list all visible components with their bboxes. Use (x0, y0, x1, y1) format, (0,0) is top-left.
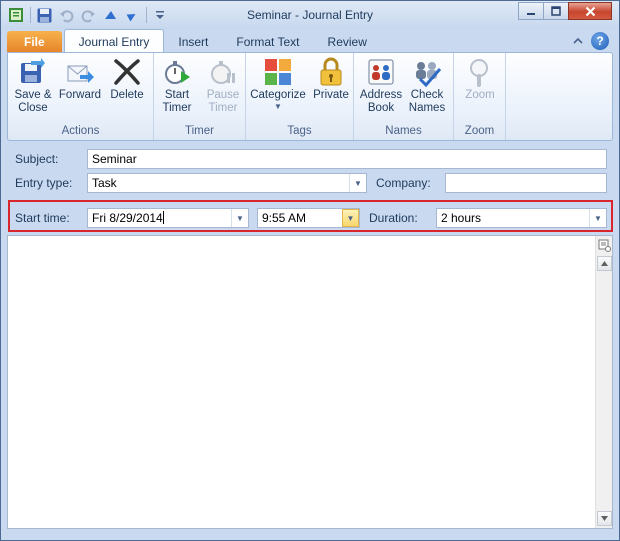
group-timer: Start Timer Pause Timer Timer (154, 53, 246, 140)
group-label-actions: Actions (61, 125, 100, 137)
check-names-icon (410, 55, 444, 89)
delete-label: Delete (110, 89, 144, 101)
start-date-dropdown-icon[interactable]: ▼ (231, 209, 248, 227)
address-book-label: Address Book (359, 89, 403, 114)
save-close-icon (16, 55, 50, 89)
subject-label: Subject: (15, 152, 59, 166)
duration-label: Duration: (369, 211, 418, 225)
notes-body[interactable] (7, 235, 613, 529)
company-label: Company: (376, 176, 431, 190)
subject-input[interactable]: Seminar (87, 149, 607, 169)
private-label: Private (313, 89, 349, 101)
save-close-label: Save & Close (14, 89, 52, 114)
check-names-button[interactable]: Check Names (404, 55, 450, 115)
delete-icon (110, 55, 144, 89)
check-names-label: Check Names (408, 89, 446, 114)
private-button[interactable]: Private (308, 55, 354, 102)
tab-file[interactable]: File (7, 31, 62, 53)
zoom-label: Zoom (465, 89, 495, 101)
pause-timer-label: Pause Timer (206, 89, 240, 114)
notes-scrollbar[interactable] (595, 236, 612, 528)
categorize-label: Categorize (250, 89, 306, 101)
close-icon (585, 6, 595, 16)
start-time-dropdown-icon[interactable]: ▼ (342, 209, 359, 227)
start-time-label: Start time: (15, 211, 70, 225)
group-zoom: Zoom Zoom (454, 53, 506, 140)
address-book-button[interactable]: Address Book (358, 55, 404, 115)
maximize-button[interactable] (543, 2, 569, 20)
tab-journal-entry[interactable]: Journal Entry (63, 29, 165, 53)
address-book-icon (364, 55, 398, 89)
entry-type-value: Task (92, 176, 117, 190)
window-controls (518, 2, 612, 20)
title-bar: Seminar - Journal Entry (1, 1, 619, 29)
forward-button[interactable]: Forward (57, 55, 103, 102)
text-cursor (162, 211, 164, 224)
entry-type-select[interactable]: Task ▼ (87, 173, 367, 193)
group-label-zoom: Zoom (464, 125, 495, 137)
ruler-toggle-icon[interactable] (597, 238, 612, 253)
start-date-value: Fri 8/29/2014 (92, 211, 163, 225)
duration-select[interactable]: 2 hours ▼ (436, 208, 607, 228)
scroll-up-button[interactable] (597, 256, 612, 271)
group-label-names: Names (385, 125, 422, 137)
delete-button[interactable]: Delete (104, 55, 150, 102)
forward-icon (63, 55, 97, 89)
tab-review[interactable]: Review (314, 31, 381, 53)
ribbon-tabs: File Journal Entry Insert Format Text Re… (7, 29, 381, 53)
lock-icon (314, 55, 348, 89)
start-timer-label: Start Timer (162, 89, 192, 114)
start-timer-button[interactable]: Start Timer (154, 55, 200, 115)
group-tags: Categorize ▼ Private Tags (246, 53, 354, 140)
categorize-dropdown-icon: ▼ (274, 102, 282, 111)
duration-dropdown-icon[interactable]: ▼ (589, 209, 606, 227)
help-icon[interactable]: ? (591, 32, 609, 50)
close-button[interactable] (568, 2, 612, 20)
entry-type-label: Entry type: (15, 176, 73, 190)
minimize-button[interactable] (518, 2, 544, 20)
scroll-down-icon (601, 516, 608, 521)
pause-timer-button[interactable]: Pause Timer (200, 55, 246, 115)
group-label-tags: Tags (287, 125, 312, 137)
company-input[interactable] (445, 173, 607, 193)
save-close-button[interactable]: Save & Close (10, 55, 56, 115)
duration-value: 2 hours (441, 211, 482, 225)
journal-entry-window: Seminar - Journal Entry File Journal Ent… (0, 0, 620, 541)
tab-insert[interactable]: Insert (164, 31, 222, 53)
categorize-icon (261, 55, 295, 89)
tab-format-text[interactable]: Format Text (222, 31, 313, 53)
minimize-ribbon-icon[interactable] (573, 34, 583, 48)
group-label-timer: Timer (185, 125, 214, 137)
stopwatch-pause-icon (206, 55, 240, 89)
entry-type-dropdown-icon[interactable]: ▼ (349, 174, 366, 192)
scroll-down-button[interactable] (597, 511, 612, 526)
start-time-select[interactable]: 9:55 AM ▼ (257, 208, 360, 228)
ribbon-right-controls: ? (573, 32, 609, 50)
start-date-select[interactable]: Fri 8/29/2014 ▼ (87, 208, 249, 228)
group-actions: Save & Close Forward Delete Actions (8, 53, 154, 140)
start-time-value: 9:55 AM (262, 211, 307, 225)
categorize-button[interactable]: Categorize ▼ (250, 55, 306, 111)
stopwatch-start-icon (160, 55, 194, 89)
scroll-up-icon (601, 261, 608, 266)
zoom-button[interactable]: Zoom (457, 55, 503, 102)
forward-label: Forward (58, 89, 102, 101)
magnifier-icon (463, 55, 497, 89)
group-names: Address Book Check Names Names (354, 53, 454, 140)
ribbon: Save & Close Forward Delete Actions Star… (7, 52, 613, 141)
